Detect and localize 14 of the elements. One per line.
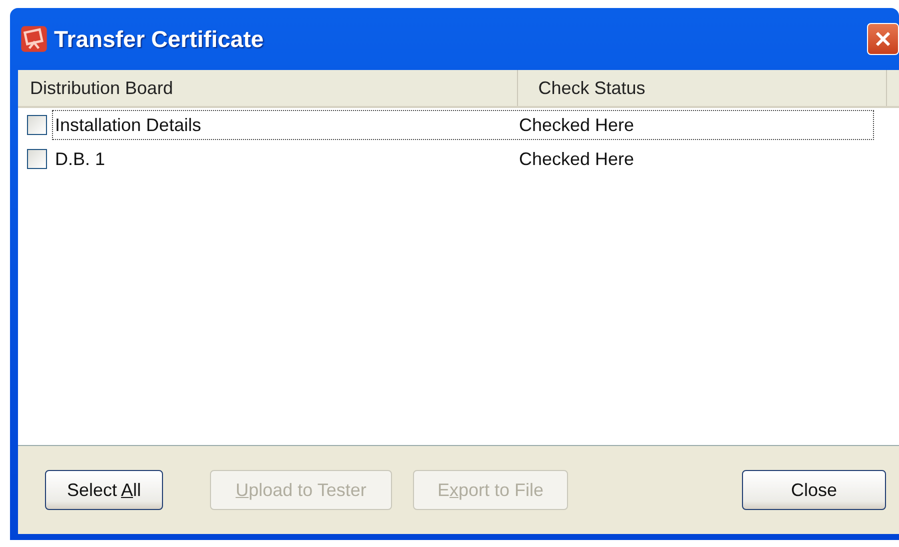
app-icon <box>20 25 48 53</box>
checkbox[interactable] <box>27 115 47 135</box>
table-cell: Checked Here <box>519 114 634 136</box>
table-cell-text: Installation Details <box>54 114 202 136</box>
button[interactable]: Select All <box>45 470 163 510</box>
table-cell-text: D.B. 1 <box>54 148 106 170</box>
checkbox[interactable] <box>27 149 47 169</box>
column-header[interactable]: Distribution Board <box>18 70 518 106</box>
table-cell: Checked Here <box>519 148 634 170</box>
close-button[interactable] <box>867 23 899 55</box>
close-icon <box>873 29 893 49</box>
column-header[interactable]: Check Status <box>518 70 887 106</box>
button[interactable]: Close <box>742 470 886 510</box>
window-title: Transfer Certificate <box>54 26 264 52</box>
